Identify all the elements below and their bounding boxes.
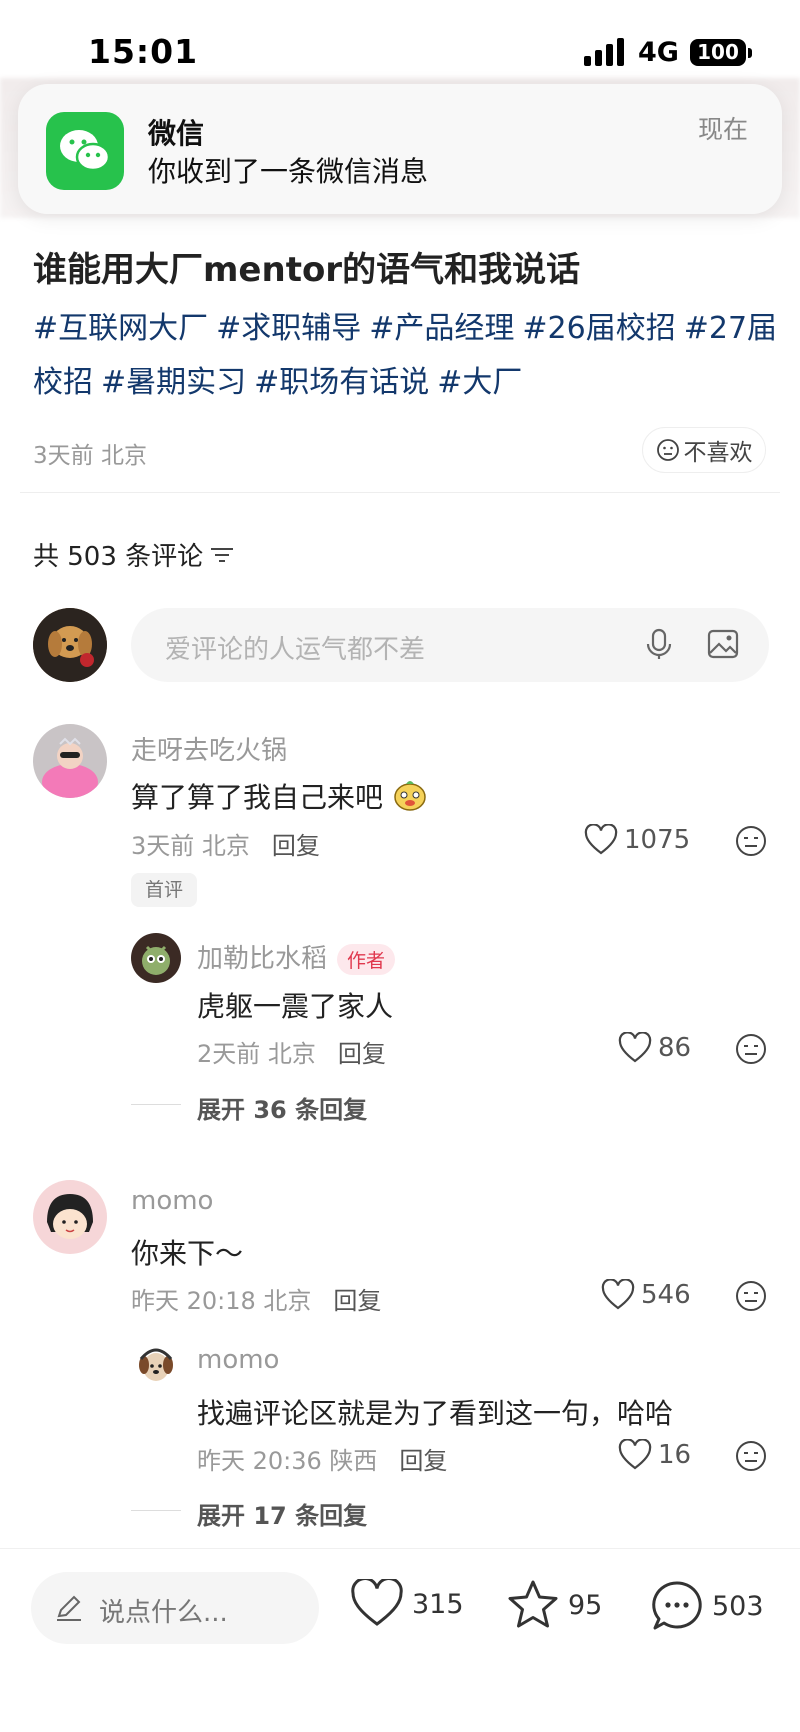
reply-meta: 昨天 20:36 陕西 回复	[197, 1441, 447, 1476]
post-like-button[interactable]: 315	[350, 1579, 464, 1629]
heart-icon	[584, 824, 618, 855]
heart-icon	[618, 1439, 652, 1470]
first-comment-badge: 首评	[131, 873, 197, 907]
tag-link[interactable]: #26届校招	[522, 311, 675, 346]
comment-meta: 昨天 20:18 北京 回复	[131, 1281, 381, 1316]
favorite-count: 95	[568, 1589, 603, 1621]
expand-divider	[131, 1104, 181, 1105]
notification-time: 现在	[697, 115, 748, 144]
comment-time-location: 昨天 20:18 北京	[131, 1287, 312, 1315]
comment-time-location: 3天前 北京	[131, 832, 250, 860]
post-title: 谁能用大厂mentor的语气和我说话	[33, 250, 581, 290]
avatar[interactable]	[131, 1337, 181, 1387]
expand-replies-button[interactable]: 展开 17 条回复	[197, 1496, 367, 1531]
comment-bubble-icon	[652, 1581, 702, 1630]
star-icon	[508, 1580, 558, 1628]
avatar[interactable]	[131, 933, 181, 983]
like-button[interactable]: 1075	[584, 824, 690, 856]
reply-author: 加勒比水稻 作者	[197, 938, 396, 975]
post-tags: #互联网大厂 #求职辅导 #产品经理 #26届校招 #27届校招 #暑期实习 #职场有话说 #…	[33, 302, 778, 410]
tag-link[interactable]: #大厂	[437, 365, 522, 400]
like-count: 1075	[624, 825, 691, 855]
tag-link[interactable]: #产品经理	[369, 311, 514, 346]
comment-input-placeholder: 爱评论的人运气都不差	[165, 635, 426, 665]
say-something-placeholder: 说点什么...	[99, 1598, 228, 1628]
comment-author[interactable]: momo	[131, 1186, 213, 1216]
tag-link[interactable]: #求职辅导	[216, 311, 361, 346]
like-button[interactable]: 546	[601, 1279, 691, 1311]
like-count: 86	[658, 1033, 692, 1063]
author-badge: 作者	[337, 944, 396, 975]
emoji-sticker-icon	[394, 781, 426, 811]
dislike-face-icon[interactable]	[734, 824, 768, 858]
signal-icon	[584, 38, 624, 66]
comment-count-label: 共 503 条评论	[33, 542, 204, 572]
dislike-face-icon[interactable]	[734, 1439, 768, 1473]
divider	[20, 492, 780, 493]
reply-button[interactable]: 回复	[338, 1040, 386, 1068]
heart-icon	[351, 1579, 403, 1626]
status-time: 15:01	[88, 32, 199, 71]
notification-banner[interactable]: 微信 你收到了一条微信消息 现在	[18, 84, 782, 214]
comment-button[interactable]: 503	[650, 1579, 764, 1633]
say-something-input[interactable]: 说点什么...	[31, 1572, 319, 1644]
sort-icon	[211, 547, 234, 562]
reply-text: 虎躯一震了家人	[197, 990, 394, 1023]
reply-button[interactable]: 回复	[399, 1447, 447, 1475]
tag-link[interactable]: #互联网大厂	[33, 311, 208, 346]
image-icon[interactable]	[705, 626, 741, 662]
like-button[interactable]: 16	[618, 1439, 691, 1471]
battery-indicator: 100	[690, 39, 752, 66]
wechat-icon	[46, 112, 124, 190]
reply-author-name[interactable]: 加勒比水稻	[197, 944, 327, 974]
dislike-face-icon[interactable]	[734, 1032, 768, 1066]
tag-link[interactable]: #暑期实习	[101, 365, 246, 400]
expand-divider	[131, 1510, 181, 1511]
expand-replies-button[interactable]: 展开 36 条回复	[197, 1090, 367, 1125]
comment-text-body: 算了算了我自己来吧	[131, 781, 384, 814]
dislike-button[interactable]: 不喜欢	[642, 427, 766, 473]
dislike-label: 不喜欢	[683, 440, 753, 466]
pencil-icon	[57, 1595, 81, 1621]
comment-text: 算了算了我自己来吧	[131, 776, 428, 816]
heart-icon	[601, 1279, 635, 1310]
bottom-action-bar: 说点什么... 315 95 503	[0, 1548, 800, 1732]
comment-input[interactable]: 爱评论的人运气都不差	[131, 608, 769, 682]
microphone-icon[interactable]	[641, 626, 677, 662]
reply-time-location: 2天前 北京	[197, 1040, 316, 1068]
avatar[interactable]	[33, 1180, 107, 1254]
reply-time-location: 昨天 20:36 陕西	[197, 1447, 378, 1475]
like-button[interactable]: 86	[618, 1032, 691, 1064]
avatar[interactable]	[33, 724, 107, 798]
network-type: 4G	[638, 37, 679, 68]
like-count: 546	[641, 1280, 691, 1310]
reply-text: 找遍评论区就是为了看到这一句，哈哈	[197, 1397, 674, 1430]
post-meta: 3天前 北京	[33, 443, 147, 469]
reply-author[interactable]: momo	[197, 1345, 279, 1375]
like-count: 16	[658, 1440, 692, 1470]
reply-button[interactable]: 回复	[333, 1287, 381, 1315]
neutral-face-icon	[656, 439, 679, 461]
notification-app-name: 微信	[148, 117, 205, 150]
comment-total: 503	[712, 1590, 764, 1622]
favorite-button[interactable]: 95	[506, 1579, 602, 1631]
comment-text: 你来下～	[131, 1237, 244, 1270]
notification-message: 你收到了一条微信消息	[148, 155, 429, 188]
tag-link[interactable]: #职场有话说	[254, 365, 429, 400]
comment-count-header[interactable]: 共 503 条评论	[33, 536, 235, 573]
comment-author[interactable]: 走呀去吃火锅	[131, 730, 287, 767]
post-like-count: 315	[412, 1588, 464, 1620]
dislike-face-icon[interactable]	[734, 1279, 768, 1313]
reply-button[interactable]: 回复	[272, 832, 320, 860]
my-avatar[interactable]	[33, 608, 107, 682]
reply-meta: 2天前 北京 回复	[197, 1034, 386, 1069]
comment-meta: 3天前 北京 回复	[131, 826, 320, 861]
heart-icon	[618, 1032, 652, 1063]
